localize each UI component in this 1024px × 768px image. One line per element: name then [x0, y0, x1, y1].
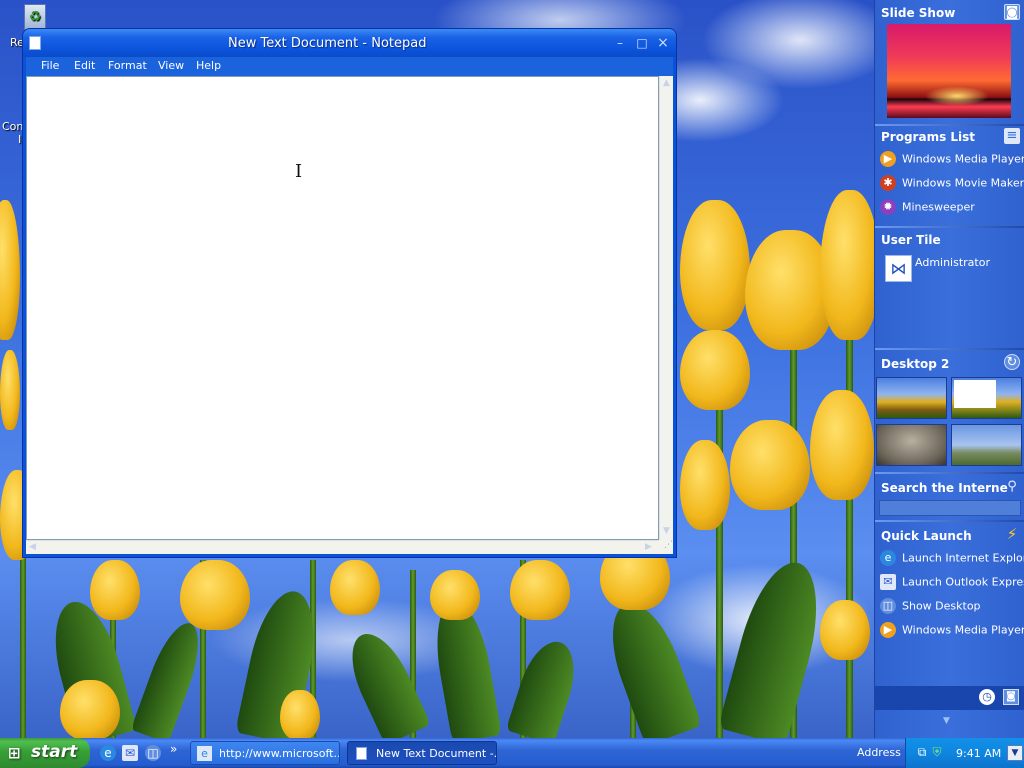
internet-explorer-icon: e	[197, 746, 212, 761]
maximize-button[interactable]: □	[633, 35, 651, 51]
scroll-left-icon[interactable]: ◀	[29, 542, 36, 552]
window-title: New Text Document - Notepad	[228, 36, 427, 51]
taskbar-button-notepad[interactable]: New Text Document -...	[347, 741, 497, 765]
program-label: Windows Movie Maker	[902, 176, 1024, 190]
horizontal-scrollbar[interactable]: ◀ ▶	[26, 540, 659, 554]
scroll-up-icon[interactable]: ▲	[663, 78, 670, 88]
my-computer-desktop-icon[interactable]: Con I	[2, 120, 23, 146]
clock-icon[interactable]: ◷	[979, 689, 995, 705]
quick-launch-label: Launch Internet Explore	[902, 551, 1024, 565]
divider	[875, 472, 1024, 474]
show-desktop-icon[interactable]: ◫	[145, 745, 161, 761]
program-item[interactable]: ✱ Windows Movie Maker	[880, 175, 1024, 195]
show-desktop-icon: ◫	[880, 598, 896, 614]
menu-bar: File Edit Format View Help	[26, 57, 673, 76]
divider	[875, 124, 1024, 126]
taskbar: ⊞ start e ✉ ◫ » e http://www.microsoft..…	[0, 738, 1024, 768]
notepad-icon	[356, 747, 367, 760]
divider	[875, 226, 1024, 228]
internet-explorer-icon: e	[880, 550, 896, 566]
text-cursor-icon: I	[295, 161, 303, 182]
sidebar-toolbar: ◷ ◙	[875, 686, 1024, 710]
my-computer-label: Con	[2, 120, 24, 133]
notepad-window[interactable]: New Text Document - Notepad – □ × File E…	[22, 28, 677, 558]
slideshow-title: Slide Show	[881, 6, 956, 20]
quick-launch-item[interactable]: e Launch Internet Explore	[880, 550, 1024, 570]
desktop-thumbnail[interactable]	[876, 377, 947, 419]
taskbar-button-label: http://www.microsoft...	[219, 747, 340, 760]
text-editor-area[interactable]: I	[26, 76, 659, 540]
menu-file[interactable]: File	[41, 59, 59, 72]
search-input[interactable]	[879, 500, 1021, 516]
address-label[interactable]: Address	[857, 746, 901, 759]
start-button[interactable]: ⊞ start	[0, 738, 90, 768]
taskbar-button-ie[interactable]: e http://www.microsoft...	[190, 741, 340, 765]
taskbar-button-label: New Text Document -...	[376, 747, 497, 760]
butterfly-icon[interactable]: ⋈	[885, 255, 912, 282]
quick-launch-title: Quick Launch	[881, 529, 972, 543]
menu-format[interactable]: Format	[108, 59, 147, 72]
desktop-thumbnail[interactable]	[951, 377, 1022, 419]
program-label: Windows Media Player	[902, 152, 1024, 166]
security-icon[interactable]: ⛨	[930, 745, 944, 761]
camera-icon[interactable]: ◙	[1003, 689, 1019, 705]
internet-explorer-icon[interactable]: e	[100, 745, 116, 761]
quick-launch-label: Launch Outlook Express	[902, 575, 1024, 589]
divider	[875, 348, 1024, 350]
search-title: Search the Interne	[881, 481, 1008, 495]
search-icon[interactable]: ⚲	[1004, 479, 1020, 495]
quick-launch-label: Show Desktop	[902, 599, 981, 613]
media-player-icon: ▶	[880, 622, 896, 638]
desktop-thumbnail[interactable]	[876, 424, 947, 466]
outlook-express-icon: ✉	[880, 574, 896, 590]
list-icon[interactable]: ≡	[1004, 128, 1020, 144]
user-tile-title: User Tile	[881, 233, 941, 247]
chevron-down-icon[interactable]: ▼	[1007, 745, 1023, 761]
menu-view[interactable]: View	[158, 59, 184, 72]
minesweeper-icon: ✹	[880, 199, 896, 215]
quick-launch-item[interactable]: ▶ Windows Media Player	[880, 622, 1024, 642]
quick-launch-more-button[interactable]: »	[170, 742, 177, 756]
media-player-icon: ▶	[880, 151, 896, 167]
resize-grip-icon[interactable]: ⋰	[659, 540, 673, 554]
network-icon[interactable]: ⧉	[914, 745, 930, 761]
recycle-bin-icon: ♻	[24, 4, 46, 30]
program-label: Minesweeper	[902, 200, 975, 214]
desktop-refresh-icon[interactable]: ↻	[1004, 354, 1020, 370]
scroll-down-icon[interactable]: ▼	[663, 526, 670, 536]
programs-list-title: Programs List	[881, 130, 976, 144]
quick-launch-item[interactable]: ◫ Show Desktop	[880, 598, 1024, 618]
minimize-button[interactable]: –	[611, 35, 629, 51]
scroll-right-icon[interactable]: ▶	[645, 542, 652, 552]
windows-flag-icon: ⊞	[8, 744, 21, 762]
close-button[interactable]: ×	[654, 35, 672, 51]
quick-launch-label: Windows Media Player	[902, 623, 1024, 637]
quick-launch-item[interactable]: ✉ Launch Outlook Express	[880, 574, 1024, 594]
desktop2-title: Desktop 2	[881, 357, 950, 371]
sidebar: Slide Show ◙ Programs List ≡ ▶ Windows Me…	[874, 0, 1024, 738]
menu-help[interactable]: Help	[196, 59, 221, 72]
lightning-icon[interactable]: ⚡	[1004, 526, 1020, 542]
menu-edit[interactable]: Edit	[74, 59, 95, 72]
movie-maker-icon: ✱	[880, 175, 896, 191]
divider	[875, 520, 1024, 522]
notepad-icon	[29, 36, 41, 50]
program-item[interactable]: ✹ Minesweeper	[880, 199, 1024, 219]
clock[interactable]: 9:41 AM	[956, 747, 1001, 760]
vertical-scrollbar[interactable]: ▲ ▼	[659, 76, 673, 540]
start-label: start	[31, 742, 78, 762]
chevron-down-icon[interactable]: ▼	[943, 716, 950, 726]
desktop-thumbnail[interactable]	[951, 424, 1022, 466]
system-tray: ⧉ ⛨ 9:41 AM ▼	[905, 738, 1024, 768]
camera-icon[interactable]: ◙	[1004, 4, 1020, 20]
user-name[interactable]: Administrator	[915, 256, 990, 269]
notepad-titlebar[interactable]: New Text Document - Notepad – □ ×	[23, 29, 676, 57]
outlook-express-icon[interactable]: ✉	[122, 745, 138, 761]
slideshow-image[interactable]	[887, 24, 1011, 118]
program-item[interactable]: ▶ Windows Media Player	[880, 151, 1024, 171]
